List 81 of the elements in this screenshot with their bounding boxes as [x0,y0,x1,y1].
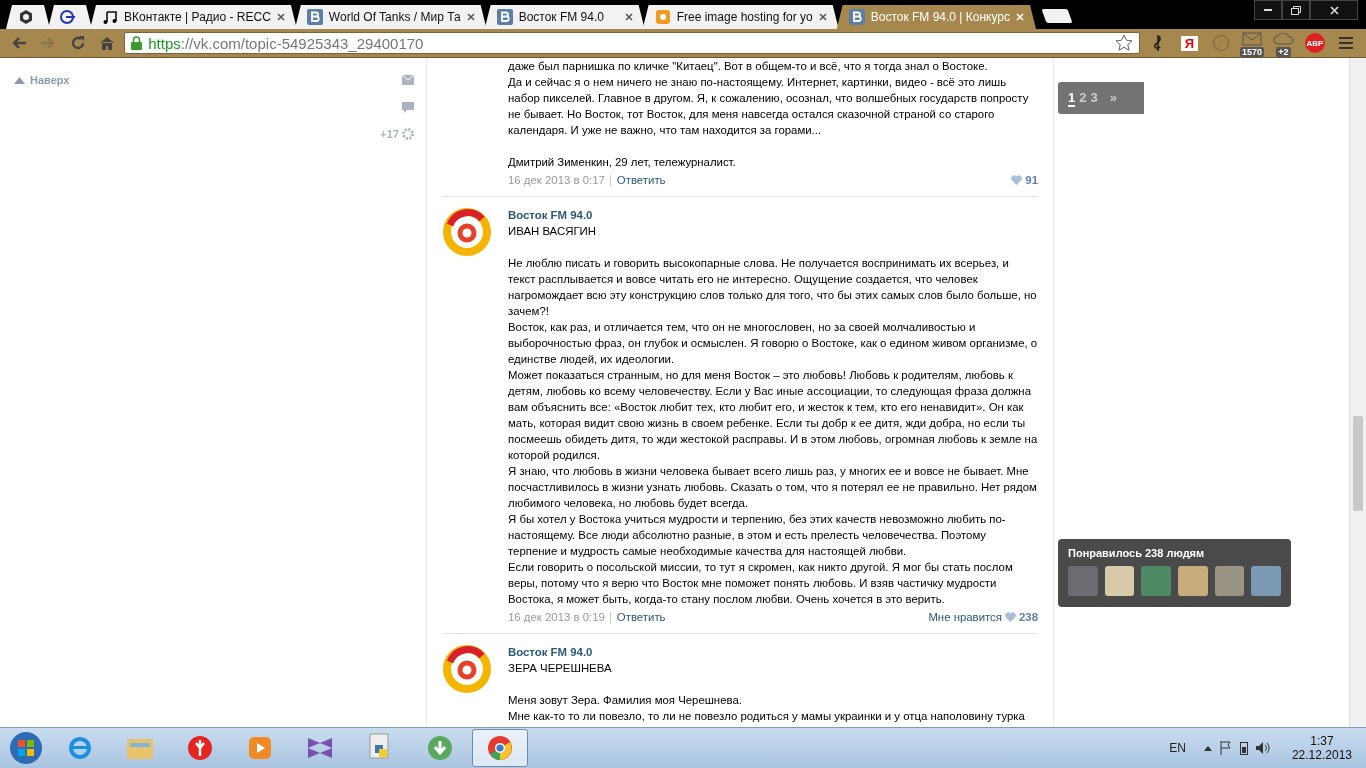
vk-logo-icon [848,9,865,25]
post-title: ИВАН ВАСЯГИН [508,224,597,239]
reply-link[interactable]: Ответить [616,609,666,625]
triangle-up-icon [14,76,25,84]
tooltip-title: Понравилось 238 людям [1068,547,1206,559]
post-paragraph: Восток, как раз, и отличается тем, что он не многословен, но за своей молчаливостью и выборочностью фраз, он глубок и осмыслен. Я говорю о Востоке, как о едином живом организме, о единстве людей, их идеологии. [508,320,1038,367]
close-icon[interactable] [818,13,827,21]
gear-icon [402,128,414,140]
battery-icon[interactable] [1239,741,1248,755]
browser-tab[interactable]: Free image hosting for yo [642,5,839,29]
cloud-button[interactable]: +2 [1269,31,1298,55]
photo-placeholder[interactable] [1214,566,1245,596]
new-tab-button[interactable] [1041,9,1073,23]
close-icon[interactable] [466,13,475,21]
like-count[interactable]: 91 [1025,172,1038,188]
vk-logo-icon [306,9,323,25]
post-paragraph: Меня зовут Зера. Фамилия моя Черешнева. [508,693,743,708]
clock[interactable]: 1:37 22.12.2013 [1291,734,1352,762]
close-icon [1329,5,1339,15]
caret-icon[interactable] [1203,745,1212,751]
chrome-logo-icon [486,734,514,762]
post-signature: Дмитрий Зименкин, 29 лет, тележурналист. [508,155,737,170]
scrollbar[interactable] [1349,58,1366,727]
close-icon[interactable] [276,13,285,21]
author-link[interactable]: Восток FM 94.0 [508,207,1038,223]
restore-button[interactable] [1282,0,1310,20]
reload-icon[interactable] [69,35,86,51]
treble-clef-drawing [1151,34,1164,52]
browser-tab[interactable] [6,5,50,29]
address-bar[interactable]: https://vk.com/topic-54925343_29400170 [124,32,1141,54]
minimize-icon [1264,8,1272,12]
restore-icon [1291,5,1301,15]
star-icon[interactable] [1115,34,1134,52]
page-link[interactable]: 1 [1068,89,1076,107]
post-date: 16 дек 2013 в 0:17 [508,173,605,188]
browser-tab[interactable]: Восток FM 94.0 [484,5,645,29]
hexagon-icon [18,9,34,25]
post-paragraph: Я бы хотел у Востока учиться мудрости и терпению, без этих качеств невозможно любить по-настоящему. Все люди абсолютно разные, в этом и есть прелесть человечества. Поэтому терпение и мудрость самые необходимые качества для настоящей любви. [508,512,1007,559]
music-note-icon [102,9,118,25]
post-paragraph: Я знаю, что любовь в жизни человека бывает всего лишь раз, у многих ее и вовсе не бывает. Мне посчастливилось в жизни узнать любовь. Сказать о том, что я потерял ее не правильно. Нет рядом любимого человека, но любовь будет всегда. [508,464,1038,511]
author-link[interactable]: Восток FM 94.0 [508,644,1038,660]
ie-logo-icon [66,734,94,762]
post-title: ЗЕРА ЧЕРЕШНЕВА [508,661,613,676]
menu-icon[interactable] [1339,37,1354,49]
post-paragraph: даже был парнишка по кличке "Китаец". Вот в общем-то и всё, что я тогда знал о Востоке. [508,59,989,74]
lock-icon [131,36,143,50]
browser-tab[interactable]: World Of Tanks / Мир Та [294,5,487,29]
post-paragraph: Если говорить о посольской миссии, то тут я скромен, как никто другой. Я мог бы стать послом веры, потому что я верю что Восток мне поможет понять любовь. И взяв частичку мудрости Востока, я может быть, когда-то стану послом любви. Очень хочется в это верить. [508,560,1014,607]
avatar-logo[interactable] [442,207,492,257]
like-link[interactable]: Мне нравится [928,609,1002,625]
reply-link[interactable]: Ответить [616,172,666,188]
minimize-button[interactable] [1254,0,1282,20]
close-icon[interactable] [624,13,633,21]
browser-tab[interactable]: ВКонтакте | Радио - RECC [90,5,297,29]
browser-tab[interactable] [48,5,92,29]
mail-button[interactable]: 1570 [1238,31,1266,55]
post-paragraph: Может показаться странным, но для меня Восток – это любовь! Любовь к родителям, любовь к детям, любовь ко всему человечеству. Если у Вас иные ассоциации, то следующая фраза должна вам объяснить все: «Восток любит тех, кто любит его, и жесток к тем, кто его ненавидит». Он как мать, которая видит свою жизнь в своем ребенке. Если ты добр к ее дитя, жди добра, но если ты посмеешь обидеть дитя, то жди жестокой расправы. И в этом любовь, огромная любовь к земле на которой родился. [508,368,1038,463]
post-paragraph: Да и сейчас я о нем ничего не знаю по-настоящему. Интернет, картинки, видео - всё это лишь набор пикселей. Главное в другом. Я, к сожалению, осознал, что волшебных государств попросту не бывает. Но Восток, тот Восток, для меня навсегда остался сказочной страной со старого календаря. И уже не важно, что там находится за горами... [508,75,1030,138]
envelope-icon [1242,32,1263,46]
circle-logo-icon [60,9,76,25]
photo-placeholder[interactable] [1104,566,1135,596]
like-count[interactable]: 238 [1019,609,1038,625]
language-indicator[interactable]: EN [1169,741,1186,755]
home-icon[interactable] [99,35,116,51]
close-button[interactable] [1310,0,1358,20]
post-paragraph: Мне как-то то ли повезло, то ли не повезло родиться у мамы украинки и у отца наполовину турка [508,709,1026,724]
yandex-button[interactable]: Я [1175,31,1204,55]
post-paragraph: Не люблю писать и говорить высокопарные слова. Не получается воспринимать их всерьез, и текст расплывается и вовсе читать его не интересно. Ощущение создается, что человек нагромождает всю эту конструкцию слов только для того, что бы этих самых слов было больше, но зачем?! [508,256,1038,319]
comment-icon[interactable] [402,101,414,113]
media-player-icon [247,735,273,761]
post-date: 16 дек 2013 в 0:19 [508,610,605,625]
avatar-logo[interactable] [442,644,492,694]
taskbar-app-button[interactable] [472,729,528,767]
yandex-browser-icon [186,734,214,762]
flag-icon[interactable] [1219,741,1232,755]
cloud-icon [1272,33,1295,45]
speaker-icon[interactable] [1255,742,1270,754]
compass-drawing [1211,34,1230,52]
back-arrow-icon[interactable] [10,36,27,50]
vk-logo-icon [496,9,513,25]
photo-placeholder[interactable] [1251,566,1282,596]
